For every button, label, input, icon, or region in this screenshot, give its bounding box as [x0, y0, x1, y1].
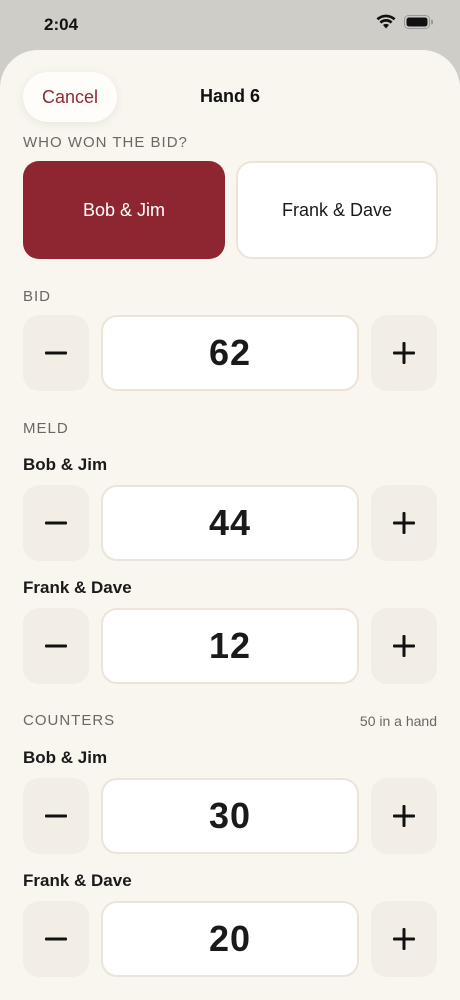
counters-team2-label: Frank & Dave — [23, 871, 132, 890]
wifi-icon — [376, 14, 396, 29]
battery-icon — [404, 14, 433, 29]
bid-increment-button[interactable] — [371, 315, 437, 391]
status-bar: 2:04 — [0, 0, 460, 50]
team-option-frank-dave[interactable]: Frank & Dave — [236, 161, 438, 259]
meld-team2-value-field[interactable]: 12 — [101, 608, 359, 684]
counters-team2-decrement-button[interactable] — [23, 901, 89, 977]
meld-team1-label: Bob & Jim — [23, 455, 108, 474]
meld-team2-increment-button[interactable] — [371, 608, 437, 684]
meld-team1-value-field[interactable]: 44 — [101, 485, 359, 561]
plus-icon — [393, 635, 415, 657]
bid-value-field[interactable]: 62 — [101, 315, 359, 391]
counters-team2-increment-button[interactable] — [371, 901, 437, 977]
counters-team2-value-field[interactable]: 20 — [101, 901, 359, 977]
counters-team1-increment-button[interactable] — [371, 778, 437, 854]
bid-decrement-button[interactable] — [23, 315, 89, 391]
meld-team2-stepper: 12 — [23, 608, 437, 684]
minus-icon — [45, 937, 67, 941]
team-option-bob-jim[interactable]: Bob & Jim — [23, 161, 225, 259]
bid-winner-label: WHO WON THE BID? — [23, 134, 188, 151]
counters-team1-value-field[interactable]: 30 — [101, 778, 359, 854]
minus-icon — [45, 521, 67, 525]
meld-team2-label: Frank & Dave — [23, 578, 132, 597]
bid-section-label: BID — [23, 288, 52, 305]
plus-icon — [393, 342, 415, 364]
counters-team1-stepper: 30 — [23, 778, 437, 854]
meld-section-label: MELD — [23, 420, 69, 437]
hand-entry-sheet: Cancel Hand 6 WHO WON THE BID? Bob & Jim… — [0, 50, 460, 1000]
plus-icon — [393, 512, 415, 534]
minus-icon — [45, 814, 67, 818]
meld-team1-stepper: 44 — [23, 485, 437, 561]
minus-icon — [45, 351, 67, 355]
counters-hint: 50 in a hand — [359, 713, 437, 729]
counters-team1-label: Bob & Jim — [23, 748, 108, 767]
status-time: 2:04 — [44, 15, 79, 34]
meld-team1-decrement-button[interactable] — [23, 485, 89, 561]
status-icons — [376, 14, 434, 29]
plus-icon — [393, 928, 415, 950]
meld-team1-increment-button[interactable] — [371, 485, 437, 561]
counters-team1-decrement-button[interactable] — [23, 778, 89, 854]
minus-icon — [45, 644, 67, 648]
meld-team2-decrement-button[interactable] — [23, 608, 89, 684]
bid-stepper: 62 — [23, 315, 437, 391]
sheet-title: Hand 6 — [199, 86, 260, 106]
plus-icon — [393, 805, 415, 827]
counters-section-label: COUNTERS — [23, 712, 116, 729]
counters-team2-stepper: 20 — [23, 901, 437, 977]
